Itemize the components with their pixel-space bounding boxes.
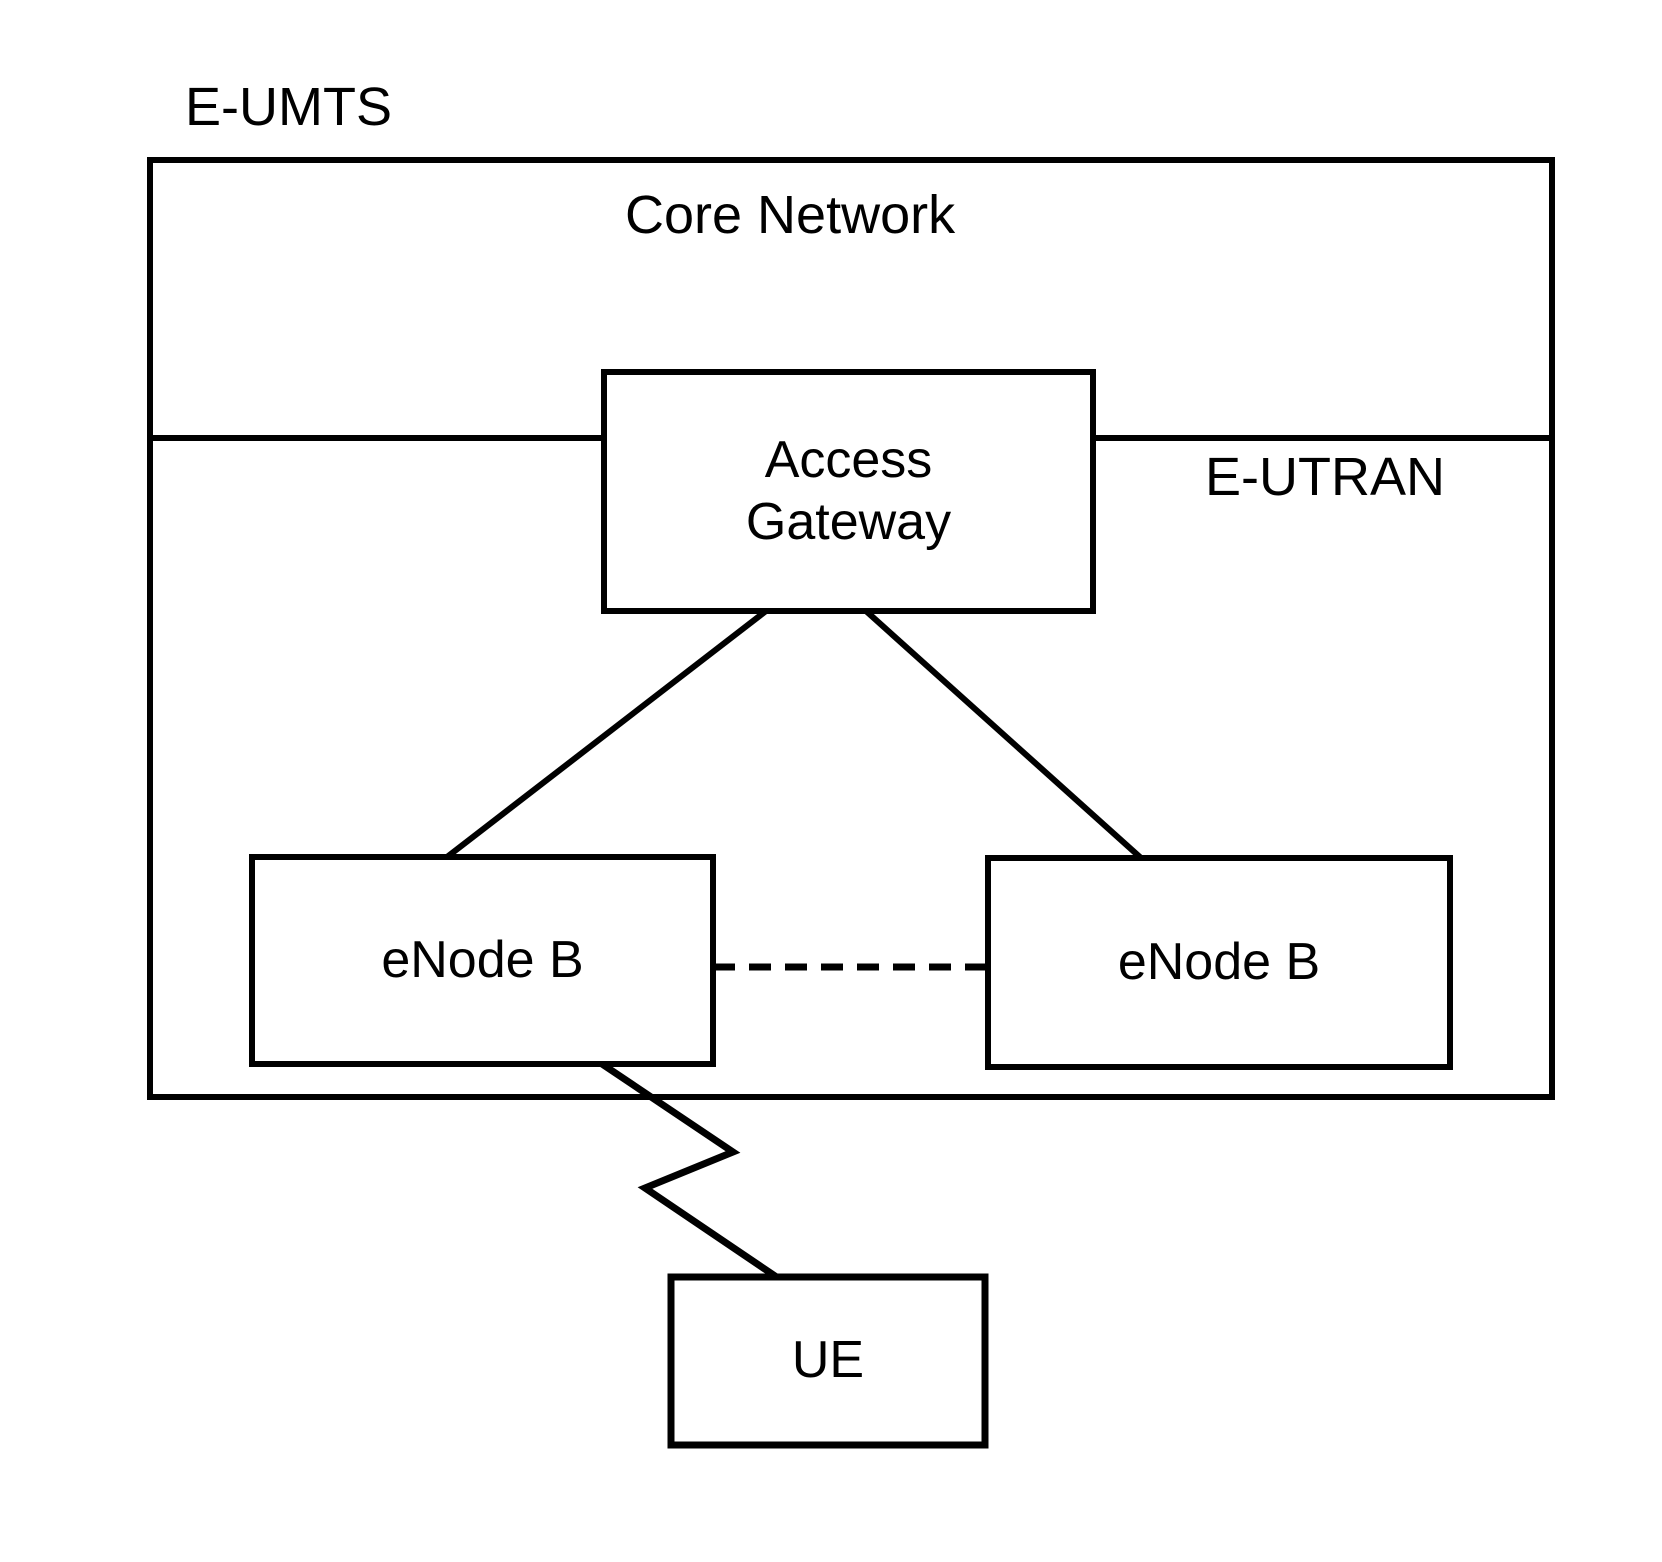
e-umts-label: E-UMTS [185, 77, 392, 137]
access-gateway-label-line2: Gateway [745, 492, 952, 551]
enode-b-right-label: eNode B [1117, 932, 1321, 991]
enode-b-left-label: eNode B [381, 930, 584, 989]
core-network-label: Core Network [625, 185, 956, 245]
diagram-canvas: E-UMTS Core Network E-UTRAN Access Gatew… [0, 0, 1662, 1562]
e-utran-label: E-UTRAN [1205, 447, 1445, 507]
ue-label: UE [791, 1331, 865, 1390]
access-gateway-label-line1: Access [764, 431, 933, 490]
link-gateway-to-enode-b-left [445, 608, 768, 860]
link-gateway-to-enode-b-right [863, 608, 1144, 861]
access-gateway-label-group: Access Gateway [604, 372, 1093, 611]
